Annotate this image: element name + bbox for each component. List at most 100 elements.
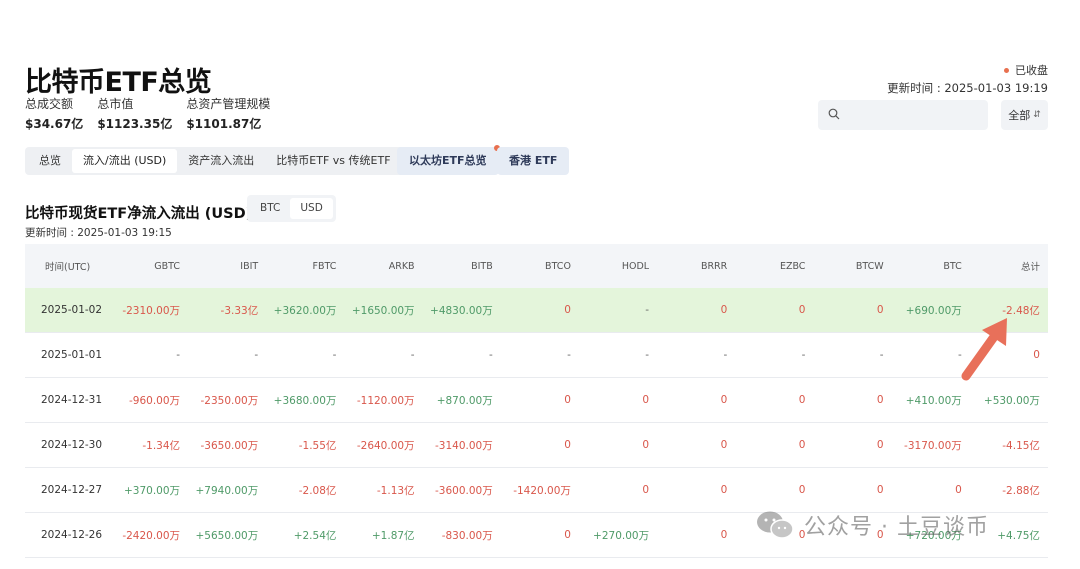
date-cell: 2024-12-31: [41, 394, 103, 406]
table-cell: +1.87亿: [371, 529, 415, 542]
metric-value: $1101.87亿: [186, 117, 262, 131]
table-cell: 0: [564, 394, 571, 406]
filter-select[interactable]: 全部 ⇵: [1001, 100, 1048, 130]
metric-value: $34.67亿: [25, 117, 84, 131]
table-cell: 0: [564, 304, 571, 316]
column-header: BTC: [943, 260, 962, 272]
table-header: 时间(UTC) GBTC IBIT FBTC ARKB BITB BTCO HODL BRRR E…: [25, 244, 1048, 288]
column-header: HODL: [621, 260, 650, 272]
date-cell: 2025-01-02: [41, 304, 103, 316]
table-cell: +870.00万: [436, 394, 493, 407]
tab-overview[interactable]: 总览: [28, 149, 72, 173]
section-updated: 更新时间 : 2025-01-03 19:15: [25, 227, 172, 239]
table-row: 2025-01-02 -2310.00万 -3.33亿 +3620.00万 +1650.…: [25, 288, 1048, 333]
toggle-btc[interactable]: BTC: [250, 198, 290, 219]
watermark-text: 公众号 · 土豆谈币: [804, 515, 989, 540]
summary-metrics: 总成交额 $34.67亿 总市值 $1123.35亿 总资产管理规模 $1101…: [25, 96, 270, 132]
tab-eth-etf-label: 以太坊ETF总览: [409, 154, 487, 167]
section-title: 比特币现货ETF净流入流出 (USD): [25, 206, 253, 222]
table-cell: -1120.00万: [356, 394, 415, 407]
table-cell: -1.55亿: [298, 439, 337, 452]
column-header: BRRR: [700, 260, 728, 272]
column-header: EZBC: [779, 260, 806, 272]
date-cell: 2025-01-01: [41, 349, 103, 361]
table-cell: -: [410, 349, 415, 361]
table-cell: 0: [720, 394, 728, 406]
search-input[interactable]: [818, 100, 988, 130]
table-cell: -: [176, 349, 181, 361]
table-row: 2024-12-30 -1.34亿 -3650.00万 -1.55亿 -2640.00万…: [25, 423, 1048, 468]
column-header: IBIT: [240, 260, 259, 272]
table-cell: -: [332, 349, 337, 361]
table-cell: 0: [798, 439, 806, 451]
table-cell: -2.08亿: [298, 484, 337, 497]
metric-label: 总资产管理规模: [186, 97, 271, 111]
table-cell: +270.00万: [593, 529, 650, 542]
table-cell: -2.88亿: [1002, 484, 1040, 497]
table-cell: -2640.00万: [356, 439, 415, 452]
unit-toggle: BTC USD: [247, 195, 336, 222]
tab-hk-etf[interactable]: 香港 ETF: [497, 147, 570, 175]
metric-label: 总市值: [97, 97, 134, 111]
table-cell: 0: [798, 394, 806, 406]
table-cell: +370.00万: [124, 484, 181, 497]
table-cell: 0: [876, 304, 884, 316]
table-cell: +5650.00万: [195, 529, 259, 542]
column-header: BITB: [471, 260, 493, 272]
metric-market-cap: 总市值 $1123.35亿: [97, 96, 172, 132]
table-cell: -4.15亿: [1002, 439, 1040, 452]
column-header: GBTC: [154, 260, 181, 272]
table-cell: -3140.00万: [435, 439, 493, 452]
column-header: FBTC: [312, 260, 337, 272]
table-cell: -3.33亿: [220, 304, 259, 317]
table-cell: -1.13亿: [376, 484, 415, 497]
view-tabs: 总览 流入/流出 (USD) 资产流入流出 比特币ETF vs 传统ETF: [25, 147, 405, 175]
last-updated: 更新时间 : 2025-01-03 19:19: [887, 81, 1048, 95]
status-dot-icon: [1004, 67, 1009, 73]
metric-aum: 总资产管理规模 $1101.87亿: [186, 96, 270, 132]
market-status: 已收盘: [1004, 62, 1048, 78]
column-header: ARKB: [388, 260, 415, 272]
table-cell: -: [723, 349, 728, 361]
table-cell: 0: [876, 394, 884, 406]
metric-label: 总成交额: [25, 97, 74, 111]
table-cell: 0: [642, 439, 650, 451]
tab-flows-usd[interactable]: 流入/流出 (USD): [72, 149, 178, 173]
watermark: 公众号 · 土豆谈币: [756, 508, 989, 542]
table-cell: -: [488, 349, 493, 361]
table-row: 2025-01-01- - - - - - - - - - -0: [25, 333, 1048, 378]
table-cell: -: [645, 304, 650, 316]
table-cell: -: [254, 349, 259, 361]
table-cell: -3170.00万: [904, 439, 962, 452]
column-header: BTCO: [545, 260, 571, 272]
table-cell: 0: [564, 529, 571, 541]
table-cell: 0: [798, 484, 806, 496]
table-cell: -3600.00万: [435, 484, 493, 497]
table-cell: -2350.00万: [200, 394, 259, 407]
table-cell: 0: [720, 529, 728, 541]
tab-eth-etf-overview[interactable]: 以太坊ETF总览: [397, 145, 500, 175]
table-cell: 0: [720, 484, 728, 496]
table-cell: +3620.00万: [273, 304, 337, 317]
table-cell: +2.54亿: [293, 529, 337, 542]
table-cell: -2420.00万: [122, 529, 181, 542]
table-cell: -1.34亿: [142, 439, 181, 452]
metric-value: $1123.35亿: [97, 117, 173, 131]
table-cell: -1420.00万: [513, 484, 571, 497]
tab-asset-flows[interactable]: 资产流入流出: [177, 149, 265, 173]
table-cell: 0: [798, 304, 806, 316]
table-cell: 0: [642, 394, 650, 406]
table-cell: 0: [720, 304, 728, 316]
column-header: BTCW: [855, 260, 884, 272]
tab-btc-vs-traditional[interactable]: 比特币ETF vs 传统ETF: [265, 149, 401, 173]
metric-total-volume: 总成交额 $34.67亿: [25, 96, 83, 132]
date-cell: 2024-12-26: [41, 529, 103, 541]
table-cell: -: [879, 349, 884, 361]
table-cell: 0: [876, 484, 884, 496]
table-cell: +1650.00万: [351, 304, 415, 317]
toggle-usd[interactable]: USD: [290, 198, 333, 219]
table-cell: +530.00万: [983, 394, 1040, 407]
table-cell: -: [801, 349, 806, 361]
page-title: 比特币ETF总览: [25, 67, 212, 98]
date-cell: 2024-12-27: [41, 484, 103, 496]
